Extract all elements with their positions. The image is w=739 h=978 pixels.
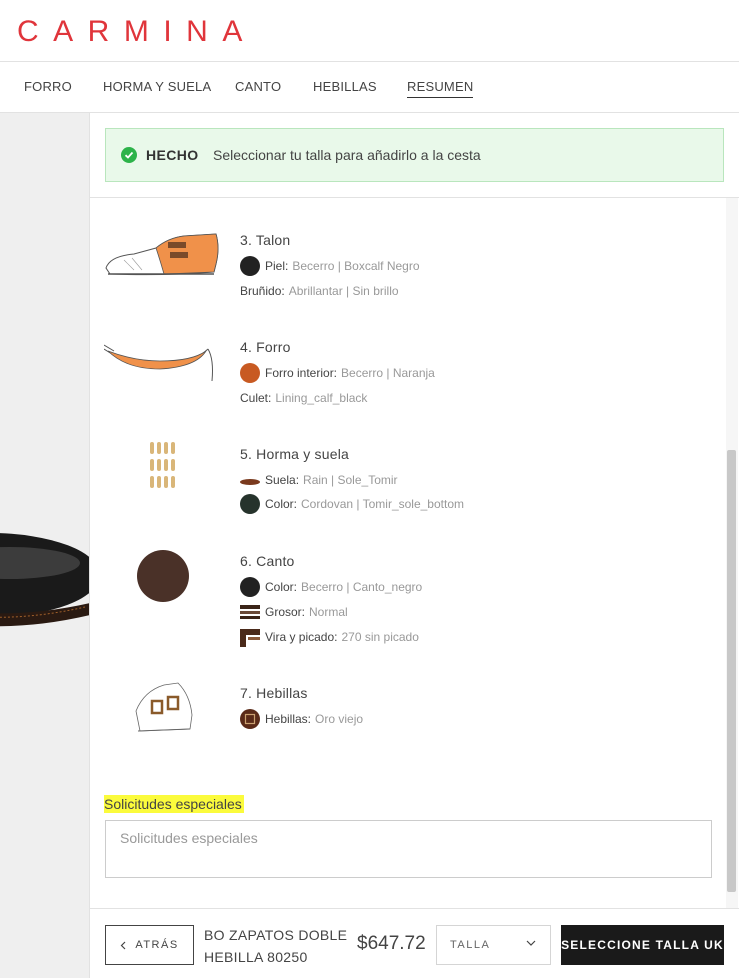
back-button[interactable]: ATRÁS <box>105 925 194 965</box>
summary-section-talon: 3. Talon Piel: Becerro | Boxcalf Negro B… <box>104 232 704 312</box>
spec-label: Bruñido: <box>240 284 285 298</box>
shoe-preview-panel <box>0 113 90 978</box>
spec-label: Suela: <box>265 473 300 487</box>
special-requests-input[interactable] <box>105 820 712 878</box>
summary-section-forro: 4. Forro Forro interior: Becerro | Naran… <box>104 339 704 419</box>
spec-row: Culet: Lining_calf_black <box>240 391 367 405</box>
spec-value: Rain | Sole_Tomir <box>303 473 398 487</box>
tab-resumen[interactable]: RESUMEN <box>407 79 474 98</box>
summary-section-canto: 6. Canto Color: Becerro | Canto_negro Gr… <box>104 550 704 653</box>
lining-icon <box>104 344 213 382</box>
check-circle-icon <box>121 147 137 163</box>
size-select-label: TALLA <box>450 939 491 951</box>
product-price: $647.72 <box>357 933 426 954</box>
product-name: BO ZAPATOS DOBLE HEBILLA 80250 <box>204 927 348 965</box>
section-title: 3. Talon <box>240 232 291 248</box>
header: CARMINA <box>0 0 739 62</box>
spec-label: Vira y picado: <box>265 630 338 644</box>
chevron-down-icon <box>526 938 536 951</box>
spec-label: Culet: <box>240 391 272 405</box>
sole-swatch-icon <box>240 470 260 490</box>
tab-canto[interactable]: CANTO <box>235 79 281 94</box>
buckle-icon <box>135 682 193 732</box>
spec-value: Lining_calf_black <box>275 391 368 405</box>
edge-color-icon <box>137 550 189 602</box>
divider <box>90 197 739 198</box>
spec-value: 270 sin picado <box>341 630 419 644</box>
spec-value: Becerro | Naranja <box>341 366 435 380</box>
summary-section-horma-y-suela: 5. Horma y suela Suela: Rain | Sole_Tomi… <box>104 442 704 526</box>
section-title: 5. Horma y suela <box>240 446 350 462</box>
spec-row: Vira y picado: 270 sin picado <box>240 627 419 647</box>
banner-message: Seleccionar tu talla para añadirlo a la … <box>213 147 481 163</box>
spec-row: Suela: Rain | Sole_Tomir <box>240 470 398 490</box>
spec-row: Forro interior: Becerro | Naranja <box>240 363 435 383</box>
spec-label: Color: <box>265 580 298 594</box>
section-title: 6. Canto <box>240 553 295 569</box>
select-size-button[interactable]: SELECCIONE TALLA UK <box>561 925 724 965</box>
spec-row: Hebillas: Oro viejo <box>240 709 363 729</box>
welt-icon <box>240 627 260 647</box>
back-label: ATRÁS <box>135 939 179 951</box>
spec-row: Grosor: Normal <box>240 602 348 622</box>
banner-status: HECHO <box>146 147 199 163</box>
spec-label: Piel: <box>265 259 289 273</box>
spec-label: Hebillas: <box>265 712 312 726</box>
buckle-swatch-icon <box>240 709 260 729</box>
tab-forro[interactable]: FORRO <box>24 79 72 94</box>
spec-row: Piel: Becerro | Boxcalf Negro <box>240 256 420 276</box>
summary-section-hebillas: 7. Hebillas Hebillas: Oro viejo <box>104 682 704 745</box>
spec-label: Color: <box>265 497 298 511</box>
color-swatch <box>240 494 260 514</box>
color-swatch <box>240 363 260 383</box>
spec-row: Color: Becerro | Canto_negro <box>240 577 422 597</box>
section-title: 7. Hebillas <box>240 685 308 701</box>
size-select[interactable]: TALLA <box>436 925 551 965</box>
tab-horma-y-suela[interactable]: HORMA Y SUELA <box>103 79 211 94</box>
last-sole-icon <box>150 442 175 488</box>
spec-label: Grosor: <box>265 605 306 619</box>
spec-row: Bruñido: Abrillantar | Sin brillo <box>240 284 399 298</box>
color-swatch <box>240 256 260 276</box>
brand-logo[interactable]: CARMINA <box>17 15 257 49</box>
spec-value: Oro viejo <box>315 712 364 726</box>
tab-hebillas[interactable]: HEBILLAS <box>313 79 377 94</box>
footer-bar: ATRÁS BO ZAPATOS DOBLE HEBILLA 80250 $64… <box>90 908 739 978</box>
color-swatch <box>240 577 260 597</box>
spec-value: Abrillantar | Sin brillo <box>288 284 399 298</box>
spec-value: Becerro | Canto_negro <box>301 580 423 594</box>
chevron-left-icon <box>120 941 126 950</box>
spec-value: Normal <box>309 605 348 619</box>
step-nav: FORRO HORMA Y SUELA CANTO HEBILLAS RESUM… <box>0 62 739 113</box>
special-requests-label: Solicitudes especiales <box>104 795 244 813</box>
section-title: 4. Forro <box>240 339 291 355</box>
scrollbar-thumb[interactable] <box>727 450 736 892</box>
spec-value: Becerro | Boxcalf Negro <box>292 259 420 273</box>
spec-label: Forro interior: <box>265 366 338 380</box>
edge-thickness-icon <box>240 602 260 622</box>
shoe-heel-icon <box>105 233 219 276</box>
spec-value: Cordovan | Tomir_sole_bottom <box>301 497 464 511</box>
spec-row: Color: Cordovan | Tomir_sole_bottom <box>240 494 464 514</box>
done-banner: HECHO Seleccionar tu talla para añadirlo… <box>105 128 724 182</box>
shoe-preview-image <box>0 533 89 627</box>
